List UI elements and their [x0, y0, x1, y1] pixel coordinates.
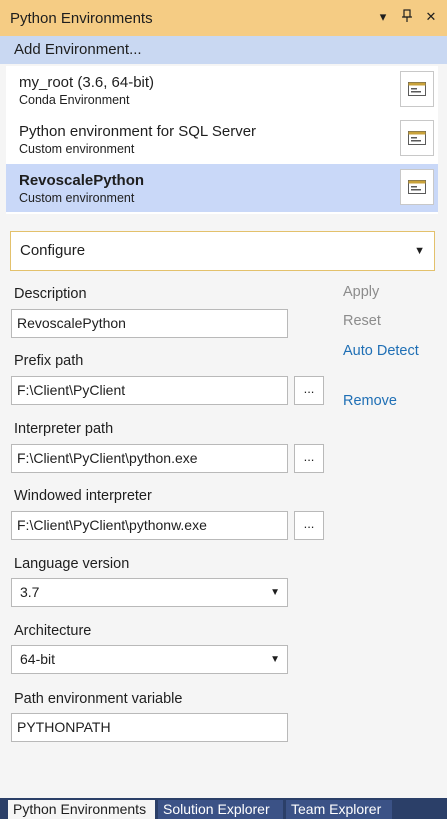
language-version-select[interactable]: 3.7 ▼: [11, 578, 288, 607]
add-environment-button[interactable]: Add Environment...: [0, 36, 447, 64]
language-version-label: Language version: [14, 556, 130, 572]
environment-interactive-button[interactable]: [400, 120, 434, 156]
interpreter-path-label: Interpreter path: [14, 421, 114, 437]
path-env-var-label: Path environment variable: [14, 691, 183, 707]
environment-interactive-button[interactable]: [400, 169, 434, 205]
chevron-down-icon: ▼: [414, 245, 425, 257]
interactive-window-icon: [408, 82, 426, 96]
view-select-value: Configure: [20, 242, 86, 259]
architecture-value: 64-bit: [20, 651, 56, 667]
tab-python-environments[interactable]: Python Environments: [8, 800, 155, 819]
interactive-window-icon: [408, 180, 426, 194]
description-input[interactable]: RevoscalePython: [11, 309, 288, 338]
pin-icon[interactable]: [399, 9, 415, 25]
description-label: Description: [14, 286, 87, 302]
environment-name: Python environment for SQL Server: [19, 123, 257, 140]
language-version-value: 3.7: [20, 584, 40, 600]
reset-button[interactable]: Reset: [343, 312, 381, 330]
windowed-interpreter-browse-button[interactable]: ...: [294, 511, 324, 540]
architecture-select[interactable]: 64-bit ▼: [11, 645, 288, 674]
close-icon[interactable]: ✕: [423, 9, 439, 25]
environment-item-selected[interactable]: RevoscalePython Custom environment: [6, 164, 438, 212]
chevron-down-icon: ▼: [270, 587, 280, 598]
environment-name: RevoscalePython: [19, 172, 145, 189]
windowed-interpreter-label: Windowed interpreter: [14, 488, 152, 504]
prefix-path-label: Prefix path: [14, 353, 84, 369]
environment-name: my_root (3.6, 64-bit): [19, 74, 155, 91]
interpreter-path-input[interactable]: F:\Client\PyClient\python.exe: [11, 444, 288, 473]
architecture-label: Architecture: [14, 623, 92, 639]
tab-solution-explorer[interactable]: Solution Explorer: [158, 800, 283, 819]
environment-list: my_root (3.6, 64-bit) Conda Environment …: [6, 66, 438, 214]
environment-item[interactable]: Python environment for SQL Server Custom…: [6, 115, 438, 163]
tab-team-explorer[interactable]: Team Explorer: [286, 800, 392, 819]
path-env-var-input[interactable]: PYTHONPATH: [11, 713, 288, 742]
environment-item[interactable]: my_root (3.6, 64-bit) Conda Environment: [6, 66, 438, 114]
environment-interactive-button[interactable]: [400, 71, 434, 107]
windowed-interpreter-input[interactable]: F:\Client\PyClient\pythonw.exe: [11, 511, 288, 540]
window-title: Python Environments: [10, 9, 153, 27]
prefix-path-input[interactable]: F:\Client\PyClient: [11, 376, 288, 405]
environment-type: Custom environment: [19, 191, 135, 205]
interactive-window-icon: [408, 131, 426, 145]
interpreter-path-browse-button[interactable]: ...: [294, 444, 324, 473]
environment-type: Custom environment: [19, 142, 135, 156]
window-title-bar: Python Environments ▾ ✕: [0, 0, 447, 36]
dropdown-icon[interactable]: ▾: [375, 9, 391, 25]
view-select[interactable]: Configure ▼: [10, 231, 435, 271]
environment-type: Conda Environment: [19, 93, 130, 107]
chevron-down-icon: ▼: [270, 654, 280, 665]
prefix-path-browse-button[interactable]: ...: [294, 376, 324, 405]
remove-link[interactable]: Remove: [343, 392, 397, 410]
auto-detect-link[interactable]: Auto Detect: [343, 342, 419, 360]
apply-button[interactable]: Apply: [343, 283, 379, 301]
